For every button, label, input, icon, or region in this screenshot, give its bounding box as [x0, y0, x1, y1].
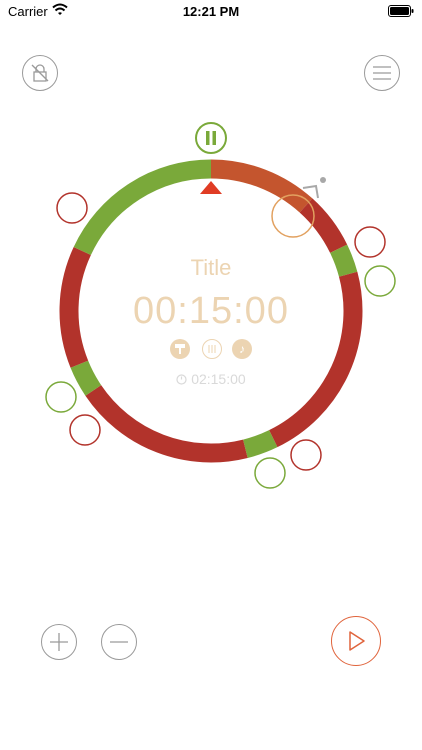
segment-handle[interactable] — [354, 226, 386, 258]
music-note-icon[interactable]: ♪ — [232, 339, 252, 359]
play-button[interactable] — [331, 616, 381, 666]
plus-icon — [50, 633, 68, 651]
ring-segment[interactable] — [85, 384, 248, 463]
minus-icon — [110, 641, 128, 643]
pause-button[interactable] — [195, 122, 227, 154]
timer-title[interactable]: Title — [0, 255, 422, 281]
total-time: 02:15:00 — [191, 371, 246, 387]
segment-handle[interactable] — [290, 439, 322, 471]
ring-segment[interactable] — [242, 429, 278, 458]
segment-handle[interactable] — [69, 414, 101, 446]
drag-handle-dot — [320, 177, 326, 183]
vibrate-icon[interactable] — [202, 339, 222, 359]
add-button[interactable] — [41, 624, 77, 660]
mode-icons: ♪ — [170, 339, 254, 361]
play-icon — [349, 631, 365, 651]
remove-button[interactable] — [101, 624, 137, 660]
clock-icon — [176, 374, 187, 385]
segment-handle[interactable] — [56, 192, 88, 224]
remaining-time: 00:15:00 — [133, 290, 289, 332]
hammer-icon[interactable] — [170, 339, 190, 359]
segment-handle[interactable] — [254, 457, 286, 489]
total-time-row: 02:15:00 — [0, 371, 422, 387]
ring-segment[interactable] — [73, 159, 212, 256]
ring-segment[interactable] — [210, 159, 313, 213]
start-marker-icon — [200, 181, 222, 194]
pause-icon — [206, 131, 216, 145]
